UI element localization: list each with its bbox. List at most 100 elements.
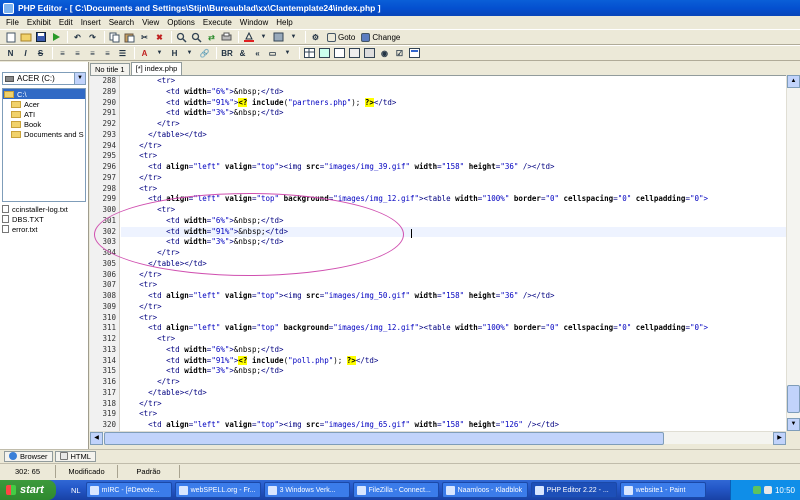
table-icon[interactable] — [303, 47, 316, 59]
code-line[interactable]: <tr> — [121, 184, 800, 195]
code-line[interactable]: <td width="91%"><? include("partners.php… — [121, 97, 800, 109]
find-icon[interactable] — [175, 31, 188, 43]
dropdown-arrow-icon[interactable]: ▼ — [257, 31, 270, 43]
dropdown-arrow-icon[interactable]: ▼ — [153, 47, 166, 59]
code-line[interactable]: <tr> — [121, 151, 800, 162]
code-line[interactable]: <tr> — [121, 205, 800, 216]
code-line[interactable]: <td align="left" valign="top" background… — [121, 194, 800, 205]
dropdown-arrow-icon[interactable]: ▼ — [287, 31, 300, 43]
menu-execute[interactable]: Execute — [199, 16, 236, 29]
drive-select[interactable]: ACER (C:) ▼ — [2, 72, 86, 85]
code-line[interactable]: </table></td> — [121, 130, 800, 141]
document-tab[interactable]: No title 1 — [90, 63, 130, 75]
code-line[interactable]: </table></td> — [121, 259, 800, 270]
save-icon[interactable] — [34, 31, 47, 43]
menu-options[interactable]: Options — [163, 16, 199, 29]
taskbar-button[interactable]: 3 Windows Verk... — [263, 482, 350, 498]
chevron-down-icon[interactable]: ▼ — [74, 73, 85, 84]
code-line[interactable]: </tr> — [121, 399, 800, 410]
open-folder-icon[interactable] — [19, 31, 32, 43]
network-icon[interactable] — [752, 486, 761, 494]
list-icon[interactable]: ☰ — [116, 47, 129, 59]
settings-gear-icon[interactable]: ⚙ — [309, 31, 322, 43]
folder-item[interactable]: C:\ — [3, 89, 85, 99]
code-line[interactable]: <tr> — [121, 280, 800, 291]
code-line[interactable]: <td width="6%">&nbsp;</td> — [121, 87, 800, 98]
image-icon[interactable] — [318, 47, 331, 59]
folder-item[interactable]: Documents and S — [3, 129, 85, 139]
align-right-icon[interactable]: ≡ — [86, 47, 99, 59]
frame-icon[interactable] — [333, 47, 346, 59]
taskbar-button[interactable]: webSPELL.org - Fr... — [174, 482, 261, 498]
find-next-icon[interactable] — [190, 31, 203, 43]
code-line[interactable]: <td width="3%">&nbsp;</td> — [121, 237, 800, 248]
menu-window[interactable]: Window — [236, 16, 272, 29]
paste-icon[interactable] — [123, 31, 136, 43]
horizontal-scroll-thumb[interactable] — [104, 432, 664, 445]
horizontal-scrollbar[interactable]: ◀ ▶ — [90, 431, 786, 445]
code-area[interactable]: <tr> <td width="6%">&nbsp;</td> <td widt… — [121, 76, 800, 431]
form-icon[interactable]: ▭ — [266, 47, 279, 59]
taskbar-button[interactable]: FileZilla - Connect... — [352, 482, 439, 498]
code-line[interactable]: <td width="91%"><? include("poll.php"); … — [121, 355, 800, 367]
folder-item[interactable]: Acer — [3, 99, 85, 109]
goto-button[interactable]: Goto — [324, 31, 358, 43]
copy-icon[interactable] — [108, 31, 121, 43]
checkbox-icon[interactable]: ☑ — [393, 47, 406, 59]
tools-icon[interactable] — [272, 31, 285, 43]
code-line[interactable]: <td align="left" valign="top"><img src="… — [121, 420, 800, 431]
preview-icon[interactable] — [408, 47, 421, 59]
code-line[interactable]: <td width="91%">&nbsp;</td> — [121, 226, 800, 238]
div-icon[interactable] — [348, 47, 361, 59]
menu-file[interactable]: File — [2, 16, 23, 29]
italic-button[interactable]: I — [19, 47, 32, 59]
run-icon[interactable] — [49, 31, 62, 43]
align-left-icon[interactable]: ≡ — [56, 47, 69, 59]
dropdown-arrow-icon[interactable]: ▼ — [183, 47, 196, 59]
scroll-down-icon[interactable]: ▼ — [787, 418, 800, 431]
code-line[interactable]: </tr> — [121, 141, 800, 152]
code-line[interactable]: <tr> — [121, 334, 800, 345]
code-line[interactable]: <td align="left" valign="top"><img src="… — [121, 162, 800, 173]
taskbar-button[interactable]: Naamloos - Kladblok — [441, 482, 528, 498]
cut-icon[interactable]: ✂ — [138, 31, 151, 43]
code-line[interactable]: <td width="6%">&nbsp;</td> — [121, 345, 800, 356]
bold-button[interactable]: N — [4, 47, 17, 59]
code-line[interactable]: </tr> — [121, 270, 800, 281]
redo-icon[interactable]: ↷ — [86, 31, 99, 43]
strike-button[interactable]: S — [34, 47, 47, 59]
vertical-scroll-thumb[interactable] — [787, 385, 800, 413]
scroll-right-icon[interactable]: ▶ — [773, 432, 786, 445]
delete-icon[interactable]: ✖ — [153, 31, 166, 43]
code-line[interactable]: <tr> — [121, 313, 800, 324]
menu-help[interactable]: Help — [272, 16, 296, 29]
radio-icon[interactable]: ◉ — [378, 47, 391, 59]
justify-icon[interactable]: ≡ — [101, 47, 114, 59]
tab-browser[interactable]: Browser — [4, 450, 53, 462]
menu-edit[interactable]: Edit — [55, 16, 77, 29]
taskbar-button[interactable]: website1 - Paint — [619, 482, 706, 498]
code-line[interactable]: </tr> — [121, 377, 800, 388]
file-item[interactable]: ccinstaller-log.txt — [2, 204, 86, 214]
comment-icon[interactable]: « — [251, 47, 264, 59]
menu-view[interactable]: View — [138, 16, 163, 29]
code-line[interactable]: <td align="left" valign="top"><img src="… — [121, 291, 800, 302]
undo-icon[interactable]: ↶ — [71, 31, 84, 43]
code-line[interactable]: <tr> — [121, 409, 800, 420]
dropdown-arrow-icon[interactable]: ▼ — [281, 47, 294, 59]
vertical-scrollbar[interactable]: ▲ ▼ — [786, 75, 800, 431]
nbsp-button[interactable]: & — [236, 47, 249, 59]
start-button[interactable]: start — [0, 480, 56, 500]
print-icon[interactable] — [220, 31, 233, 43]
code-line[interactable]: <td width="6%">&nbsp;</td> — [121, 216, 800, 227]
code-line[interactable]: </tr> — [121, 302, 800, 313]
code-line[interactable]: </table></td> — [121, 388, 800, 399]
code-line[interactable]: <td width="3%">&nbsp;</td> — [121, 366, 800, 377]
volume-icon[interactable] — [763, 486, 772, 494]
align-center-icon[interactable]: ≡ — [71, 47, 84, 59]
code-line[interactable]: </tr> — [121, 119, 800, 130]
menu-exhibit[interactable]: Exhibit — [23, 16, 55, 29]
code-line[interactable]: <td align="left" valign="top" background… — [121, 323, 800, 334]
file-item[interactable]: DBS.TXT — [2, 214, 86, 224]
font-color-icon[interactable]: A — [138, 47, 151, 59]
